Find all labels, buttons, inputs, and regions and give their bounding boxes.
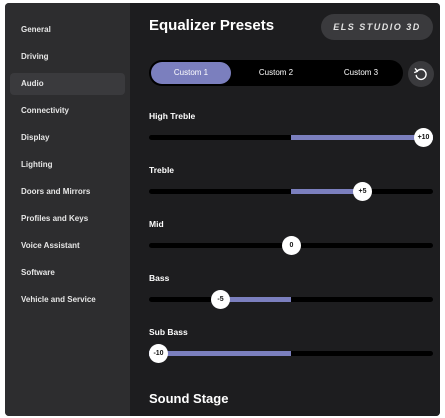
settings-window: General Driving Audio Connectivity Displ… [5,3,440,416]
sidebar-item-general[interactable]: General [10,19,125,41]
slider-fill [149,351,291,356]
slider-high-treble[interactable]: +10 [149,128,433,147]
slider-sub-bass[interactable]: -10 [149,344,433,363]
slider-bass[interactable]: -5 [149,290,433,309]
sidebar-item-software[interactable]: Software [10,262,125,284]
band-label-sub-bass: Sub Bass [149,327,188,337]
slider-fill [291,135,433,140]
preset-selector: Custom 1 Custom 2 Custom 3 [149,60,403,86]
reset-button[interactable] [408,61,434,87]
slider-treble[interactable]: +5 [149,182,433,201]
sidebar-item-profiles-and-keys[interactable]: Profiles and Keys [10,208,125,230]
slider-thumb[interactable]: -10 [149,344,168,363]
band-label-high-treble: High Treble [149,111,196,121]
slider-mid[interactable]: 0 [149,236,433,255]
sidebar: General Driving Audio Connectivity Displ… [5,3,130,416]
band-label-bass: Bass [149,273,170,283]
sidebar-item-voice-assistant[interactable]: Voice Assistant [10,235,125,257]
page-title: Equalizer Presets [149,17,275,34]
sidebar-item-connectivity[interactable]: Connectivity [10,100,125,122]
brand-badge: ELS STUDIO 3D [321,14,433,40]
slider-thumb[interactable]: +5 [353,182,372,201]
slider-fill [220,297,291,302]
sidebar-item-audio[interactable]: Audio [10,73,125,95]
band-label-treble: Treble [149,165,175,175]
slider-fill [291,189,362,194]
sidebar-item-vehicle-and-service[interactable]: Vehicle and Service [10,289,125,311]
section-title-sound-stage: Sound Stage [149,391,229,406]
preset-custom-1[interactable]: Custom 1 [151,62,231,84]
band-label-mid: Mid [149,219,164,229]
slider-thumb[interactable]: 0 [282,236,301,255]
sidebar-item-display[interactable]: Display [10,127,125,149]
sidebar-item-doors-and-mirrors[interactable]: Doors and Mirrors [10,181,125,203]
equalizer-panel: Equalizer Presets ELS STUDIO 3D Custom 1… [130,3,440,416]
reset-icon [414,68,427,81]
preset-custom-2[interactable]: Custom 2 [236,62,316,84]
slider-thumb[interactable]: +10 [414,128,433,147]
slider-thumb[interactable]: -5 [211,290,230,309]
sidebar-item-driving[interactable]: Driving [10,46,125,68]
sidebar-item-lighting[interactable]: Lighting [10,154,125,176]
preset-custom-3[interactable]: Custom 3 [321,62,401,84]
